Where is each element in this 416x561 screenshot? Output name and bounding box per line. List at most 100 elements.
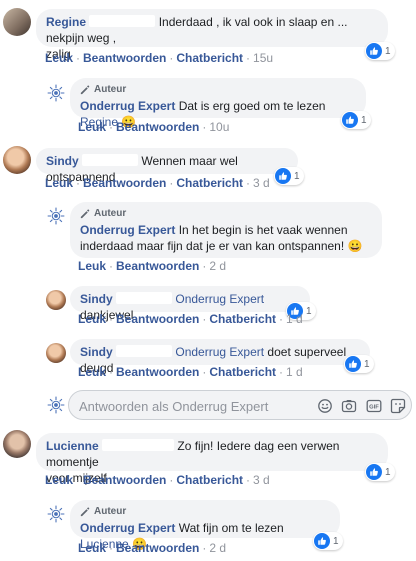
svg-text:GIF: GIF: [369, 405, 379, 411]
reaction-count[interactable]: 1: [313, 532, 343, 550]
reaction-count[interactable]: 1: [341, 111, 371, 129]
comment-text: Wat fijn om te lezen: [178, 521, 284, 535]
chat-button[interactable]: Chatbericht: [176, 176, 243, 190]
redacted-surname: [102, 439, 175, 451]
commenter-name[interactable]: Regine: [46, 15, 86, 29]
timestamp[interactable]: 15u: [253, 51, 273, 65]
timestamp[interactable]: 1 d: [286, 365, 303, 379]
redacted-surname: [82, 154, 139, 166]
chat-button[interactable]: Chatbericht: [209, 365, 276, 379]
reply-sindy: Sindy Onderrug Expert dankjewel 1 Leuk · B…: [0, 284, 416, 332]
like-button[interactable]: Leuk: [78, 259, 106, 273]
timestamp[interactable]: 3 d: [253, 176, 270, 190]
reply-bubble: Sindy Onderrug Expert doet superveel deu…: [70, 339, 370, 375]
like-reaction-icon: [366, 464, 382, 480]
reply-button[interactable]: Beantwoorden: [116, 541, 199, 555]
comment-actions: Leuk · Beantwoorden · Chatbericht · 3 d: [45, 176, 270, 190]
reply-button[interactable]: Beantwoorden: [83, 176, 166, 190]
redacted-surname: [89, 15, 156, 27]
comment-text: In het begin is het vaak wennen: [178, 223, 348, 237]
commenter-name[interactable]: Sindy: [80, 345, 113, 359]
reaction-count[interactable]: 1: [365, 42, 395, 60]
reply-onderrug-expert: Auteur Onderrug Expert Wat fijn om te le…: [0, 496, 416, 561]
chat-button[interactable]: Chatbericht: [176, 51, 243, 65]
commenter-name[interactable]: Onderrug Expert: [80, 223, 175, 237]
avatar[interactable]: [46, 290, 66, 310]
reaction-count[interactable]: 1: [365, 463, 395, 481]
pencil-icon: [80, 85, 90, 95]
comment-actions: Leuk · Beantwoorden · Chatbericht · 15u: [45, 51, 274, 65]
comment-bubble: Regine Inderdaad , ik val ook in slaap e…: [36, 9, 388, 61]
comment-lucienne: Lucienne Zo fijn! Iedere dag een verwen …: [0, 426, 416, 492]
reply-bubble: Sindy Onderrug Expert dankjewel: [70, 286, 310, 322]
page-logo-avatar[interactable]: [46, 504, 66, 524]
chat-button[interactable]: Chatbericht: [176, 473, 243, 487]
commenter-name[interactable]: Lucienne: [46, 439, 99, 453]
like-reaction-icon: [342, 112, 358, 128]
pencil-icon: [80, 209, 90, 219]
like-button[interactable]: Leuk: [78, 120, 106, 134]
reply-button[interactable]: Beantwoorden: [116, 312, 199, 326]
comment-actions: Leuk · Beantwoorden · 2 d: [78, 541, 227, 555]
like-button[interactable]: Leuk: [78, 312, 106, 326]
like-reaction-icon: [345, 356, 361, 372]
commenter-name[interactable]: Onderrug Expert: [80, 521, 175, 535]
comment-text: Dat is erg goed om te lezen: [178, 99, 326, 113]
comment-text: inderdaad maar fijn dat je er van kan on…: [80, 239, 345, 253]
like-button[interactable]: Leuk: [45, 176, 73, 190]
reply-onderrug-expert: Auteur Onderrug Expert In het begin is h…: [0, 200, 416, 278]
emoji-icon[interactable]: [317, 398, 333, 414]
timestamp[interactable]: 3 d: [253, 473, 270, 487]
reply-button[interactable]: Beantwoorden: [83, 51, 166, 65]
reply-button[interactable]: Beantwoorden: [83, 473, 166, 487]
reply-bubble: Auteur Onderrug Expert Wat fijn om te le…: [70, 500, 340, 551]
mention-link[interactable]: Onderrug Expert: [175, 345, 264, 359]
commenter-name[interactable]: Sindy: [80, 292, 113, 306]
comment-regine: Regine Inderdaad , ik val ook in slaap e…: [0, 0, 416, 66]
commenter-name[interactable]: Onderrug Expert: [80, 99, 175, 113]
reply-button[interactable]: Beantwoorden: [116, 120, 199, 134]
page-logo-avatar[interactable]: [46, 83, 66, 103]
comment-sindy: Sindy Wennen maar wel ontspannend 1 Leuk…: [0, 140, 416, 192]
mention-link[interactable]: Onderrug Expert: [175, 292, 264, 306]
author-badge: Auteur: [80, 505, 330, 519]
redacted-surname: [116, 292, 173, 304]
like-reaction-icon: [366, 43, 382, 59]
reply-sindy: Sindy Onderrug Expert doet superveel deu…: [0, 337, 416, 385]
reply-button[interactable]: Beantwoorden: [116, 365, 199, 379]
comment-actions: Leuk · Beantwoorden · 2 d: [78, 259, 227, 273]
like-button[interactable]: Leuk: [45, 473, 73, 487]
gif-icon[interactable]: GIF: [366, 398, 382, 414]
reply-onderrug-expert: Auteur Onderrug Expert Dat is erg goed o…: [0, 66, 416, 136]
reply-bubble: Auteur Onderrug Expert Dat is erg goed o…: [70, 78, 366, 129]
timestamp[interactable]: 2 d: [209, 259, 226, 273]
reply-input[interactable]: [79, 397, 309, 415]
author-badge: Auteur: [80, 207, 372, 221]
reaction-count[interactable]: 1: [344, 355, 374, 373]
commenter-name[interactable]: Sindy: [46, 154, 79, 168]
camera-icon[interactable]: [341, 398, 357, 414]
avatar[interactable]: [46, 343, 66, 363]
avatar[interactable]: [3, 8, 31, 36]
like-reaction-icon: [314, 533, 330, 549]
timestamp[interactable]: 10u: [209, 120, 229, 134]
smile-emoji-icon: 😀: [347, 239, 363, 253]
comment-actions: Leuk · Beantwoorden · Chatbericht · 1 d: [78, 312, 303, 326]
reply-button[interactable]: Beantwoorden: [116, 259, 199, 273]
timestamp[interactable]: 2 d: [209, 541, 226, 555]
like-button[interactable]: Leuk: [78, 365, 106, 379]
reply-bubble: Auteur Onderrug Expert In het begin is h…: [70, 202, 382, 258]
page-logo-avatar[interactable]: [46, 395, 66, 415]
author-badge: Auteur: [80, 83, 356, 97]
comment-actions: Leuk · Beantwoorden · 10u: [78, 120, 230, 134]
comment-bubble: Lucienne Zo fijn! Iedere dag een verwen …: [36, 433, 388, 485]
avatar[interactable]: [3, 430, 31, 458]
page-logo-avatar[interactable]: [46, 206, 66, 226]
avatar[interactable]: [3, 146, 31, 174]
like-button[interactable]: Leuk: [78, 541, 106, 555]
sticker-icon[interactable]: [390, 398, 406, 414]
chat-button[interactable]: Chatbericht: [209, 312, 276, 326]
like-button[interactable]: Leuk: [45, 51, 73, 65]
timestamp[interactable]: 1 d: [286, 312, 303, 326]
reaction-count[interactable]: 1: [274, 167, 304, 185]
